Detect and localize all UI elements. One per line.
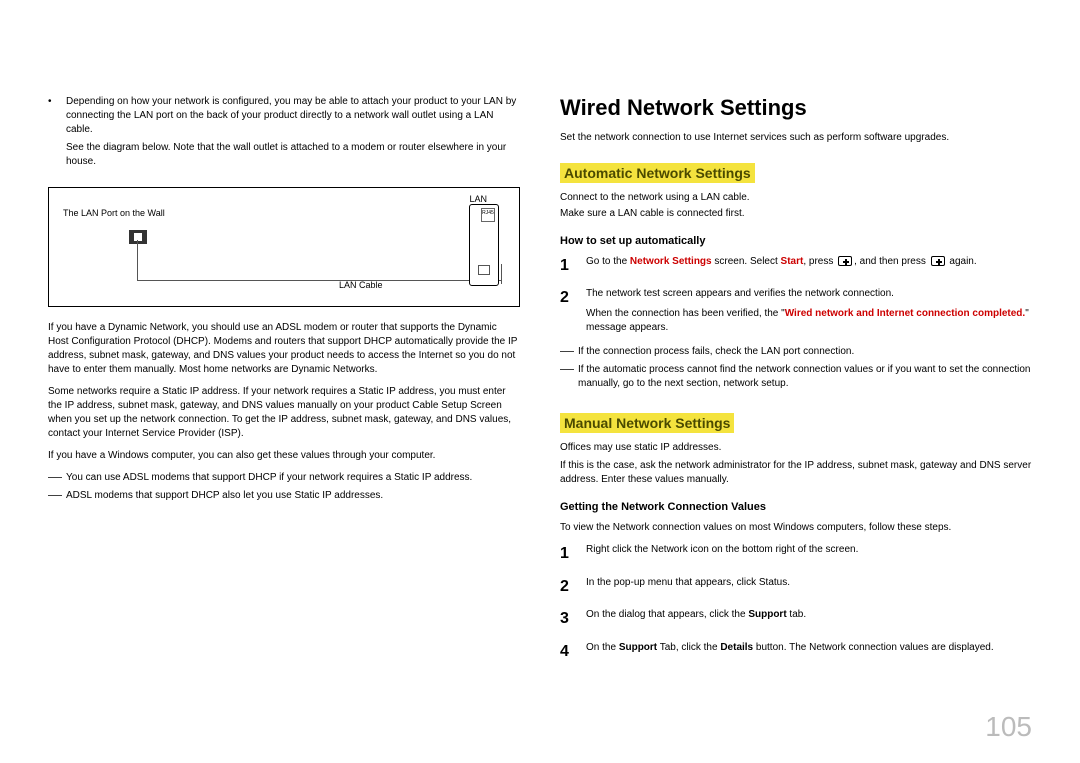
step-sub: When the connection has been verified, t… [586, 307, 1032, 335]
lan-port-wall-label: The LAN Port on the Wall [63, 208, 165, 218]
para-static-ip: Some networks require a Static IP addres… [48, 385, 520, 441]
getting-intro: To view the Network connection values on… [560, 521, 1032, 535]
dash-icon: ― [560, 345, 574, 359]
manual-step-1: 1 Right click the Network icon on the bo… [560, 543, 1032, 565]
dash-icon: ― [48, 489, 62, 503]
bullet-note: See the diagram below. Note that the wal… [66, 141, 520, 169]
dash-text: If the connection process fails, check t… [578, 345, 854, 359]
manual-step-4: 4 On the Support Tab, click the Details … [560, 641, 1032, 663]
step-content: In the pop-up menu that appears, click S… [586, 576, 790, 598]
bullet-item: • Depending on how your network is confi… [48, 95, 520, 177]
manual-p1: Offices may use static IP addresses. [560, 441, 1032, 455]
lan-diagram: The LAN Port on the Wall LAN LAN Cable R… [48, 187, 520, 307]
section-automatic-network-settings: Automatic Network Settings [560, 163, 755, 183]
para-windows: If you have a Windows computer, you can … [48, 449, 520, 463]
step-content: The network test screen appears and veri… [586, 287, 1032, 335]
step-number: 2 [560, 576, 574, 598]
manual-p2: If this is the case, ask the network adm… [560, 459, 1032, 487]
dash-note: ― If the automatic process cannot find t… [560, 363, 1032, 391]
step-content: On the Support Tab, click the Details bu… [586, 641, 994, 663]
bullet-content: Depending on how your network is configu… [66, 95, 520, 177]
step-content: Go to the Network Settings screen. Selec… [586, 255, 977, 277]
completed-message: Wired network and Internet connection co… [785, 308, 1026, 319]
step-number: 4 [560, 641, 574, 663]
bullet-text: Depending on how your network is configu… [66, 96, 516, 135]
step-number: 1 [560, 543, 574, 565]
start-keyword: Start [781, 256, 804, 267]
dash-note: ― ADSL modems that support DHCP also let… [48, 489, 520, 503]
lan-label: LAN [469, 194, 487, 204]
dash-note: ― If the connection process fails, check… [560, 345, 1032, 359]
support-keyword: Support [748, 609, 786, 620]
network-settings-keyword: Network Settings [630, 256, 712, 267]
auto-p1: Connect to the network using a LAN cable… [560, 191, 1032, 205]
left-column: • Depending on how your network is confi… [48, 95, 520, 673]
how-to-set-up-heading: How to set up automatically [560, 235, 1032, 247]
details-keyword: Details [720, 642, 753, 653]
lan-cable-label: LAN Cable [339, 280, 383, 290]
step-1: 1 Go to the Network Settings screen. Sel… [560, 255, 1032, 277]
dash-icon: ― [48, 471, 62, 485]
bullet-dot: • [48, 95, 58, 177]
manual-step-3: 3 On the dialog that appears, click the … [560, 608, 1032, 630]
dash-text: You can use ADSL modems that support DHC… [66, 471, 472, 485]
step-content: On the dialog that appears, click the Su… [586, 608, 806, 630]
page-title: Wired Network Settings [560, 95, 1032, 121]
step-number: 3 [560, 608, 574, 630]
right-column: Wired Network Settings Set the network c… [560, 95, 1032, 673]
dash-note: ― You can use ADSL modems that support D… [48, 471, 520, 485]
page-number: 105 [985, 711, 1032, 743]
cable-up [501, 264, 502, 284]
manual-step-2: 2 In the pop-up menu that appears, click… [560, 576, 1032, 598]
support-keyword: Support [619, 642, 657, 653]
dash-text: ADSL modems that support DHCP also let y… [66, 489, 383, 503]
step-content: Right click the Network icon on the bott… [586, 543, 858, 565]
dash-icon: ― [560, 363, 574, 391]
rj45-label: RJ45 [481, 208, 495, 222]
port-hole-icon [478, 265, 490, 275]
step-2: 2 The network test screen appears and ve… [560, 287, 1032, 335]
step-number: 2 [560, 287, 574, 335]
para-dynamic-network: If you have a Dynamic Network, you shoul… [48, 321, 520, 377]
enter-button-icon [931, 256, 945, 266]
cable-path [137, 240, 501, 281]
two-column-layout: • Depending on how your network is confi… [48, 95, 1032, 673]
auto-p2: Make sure a LAN cable is connected first… [560, 207, 1032, 221]
section-manual-network-settings: Manual Network Settings [560, 413, 734, 433]
step-number: 1 [560, 255, 574, 277]
intro-text: Set the network connection to use Intern… [560, 131, 1032, 145]
dash-text: If the automatic process cannot find the… [578, 363, 1032, 391]
getting-values-heading: Getting the Network Connection Values [560, 501, 1032, 513]
enter-button-icon [838, 256, 852, 266]
device-box-icon: RJ45 [469, 204, 499, 286]
